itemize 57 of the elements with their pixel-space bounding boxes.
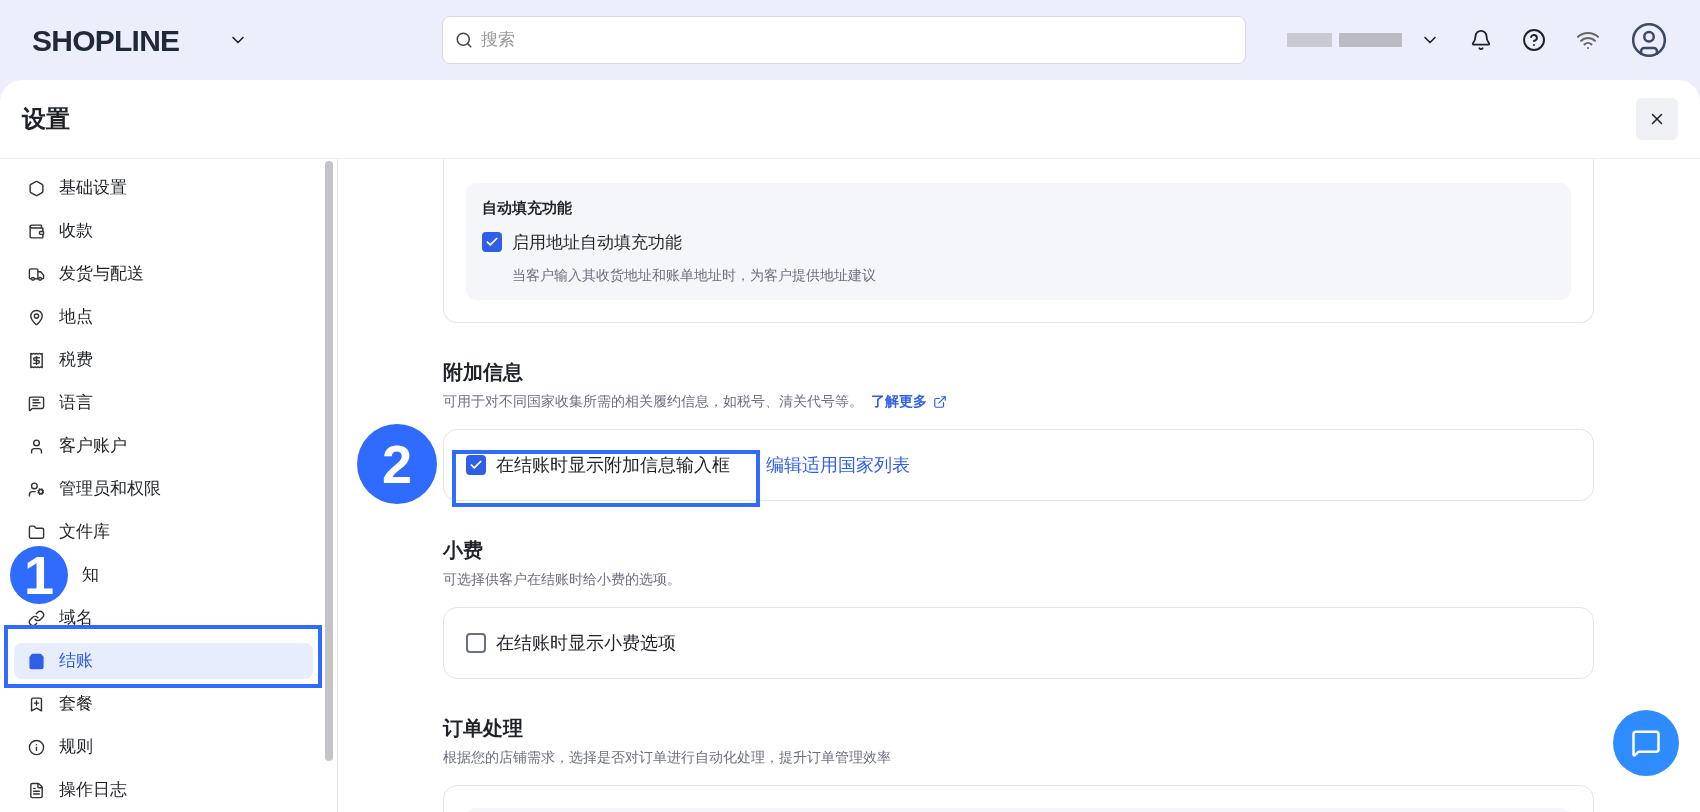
- hexagon-icon: [28, 179, 45, 197]
- section-title: 附加信息: [443, 360, 524, 385]
- option-description: 当客户输入其收货地址和账单地址时，为客户提供地址建议: [511, 266, 877, 285]
- check-icon: [469, 458, 483, 472]
- sidebar-item[interactable]: 基础设置: [14, 174, 313, 202]
- sidebar-item[interactable]: 结账: [14, 643, 313, 679]
- sidebar-item[interactable]: 地点: [14, 303, 313, 331]
- wallet-icon: [28, 222, 45, 240]
- chat-icon: [1631, 728, 1661, 758]
- sidebar-item[interactable]: 发货与配送: [14, 260, 313, 288]
- bookmark-icon: [28, 695, 45, 713]
- sidebar-item[interactable]: 套餐: [14, 690, 313, 718]
- section-description: 可用于对不同国家收集所需的相关履约信息，如税号、清关代号等。: [443, 392, 863, 411]
- learn-more-link[interactable]: 了解更多: [871, 391, 947, 412]
- checkbox[interactable]: [466, 455, 486, 475]
- external-link-icon: [933, 394, 947, 409]
- info-icon: [28, 738, 45, 756]
- sidebar-item[interactable]: 知: [82, 562, 99, 588]
- user-icon: [28, 437, 45, 455]
- sidebar-item[interactable]: 语言: [14, 389, 313, 417]
- help-icon[interactable]: [1522, 28, 1546, 52]
- notification-icon[interactable]: [1470, 29, 1492, 51]
- scrollbar[interactable]: [325, 161, 333, 761]
- section-description: 根据您的店铺需求，选择是否对订单进行自动化处理，提升订单管理效率: [443, 748, 891, 767]
- document-icon: [28, 781, 45, 799]
- chat-icon: [28, 394, 45, 412]
- avatar-icon[interactable]: [1630, 21, 1668, 59]
- section-description: 可选择供客户在结账时给小费的选项。: [443, 570, 681, 589]
- sidebar-item[interactable]: 管理员和权限: [14, 475, 313, 503]
- sidebar-item[interactable]: 税费: [14, 346, 313, 374]
- close-button[interactable]: [1636, 98, 1678, 140]
- receipt-icon: [28, 351, 45, 369]
- section-title: 订单处理: [443, 716, 524, 741]
- pin-icon: [28, 308, 45, 326]
- autofill-title: 自动填充功能: [482, 198, 573, 218]
- checkbox[interactable]: [466, 633, 486, 653]
- bag-icon: [28, 652, 45, 670]
- checkbox-label: 在结账时显示小费选项: [496, 631, 676, 655]
- checkbox-label: 启用地址自动填充功能: [512, 231, 682, 254]
- panel-title: 设置: [22, 104, 70, 134]
- sidebar-item[interactable]: 收款: [14, 217, 313, 245]
- folder-icon: [28, 523, 45, 541]
- checkbox-label: 在结账时显示附加信息输入框: [496, 453, 730, 477]
- user-gear-icon: [28, 480, 45, 498]
- checkbox[interactable]: [482, 232, 502, 253]
- logo[interactable]: SHOPLINE: [32, 17, 212, 63]
- sidebar-item[interactable]: 文件库: [14, 518, 313, 546]
- search-icon: [455, 31, 473, 49]
- section-title: 小费: [443, 538, 484, 563]
- sidebar-item[interactable]: 规则: [14, 733, 313, 761]
- edit-country-list-link[interactable]: 编辑适用国家列表: [766, 451, 910, 479]
- link-icon: [28, 609, 45, 627]
- sidebar-item[interactable]: 操作日志: [14, 776, 313, 804]
- search-field[interactable]: 搜索: [442, 16, 1246, 64]
- sidebar-item[interactable]: 域名: [14, 604, 313, 632]
- sidebar-item[interactable]: 客户账户: [14, 432, 313, 460]
- truck-icon: [28, 265, 45, 283]
